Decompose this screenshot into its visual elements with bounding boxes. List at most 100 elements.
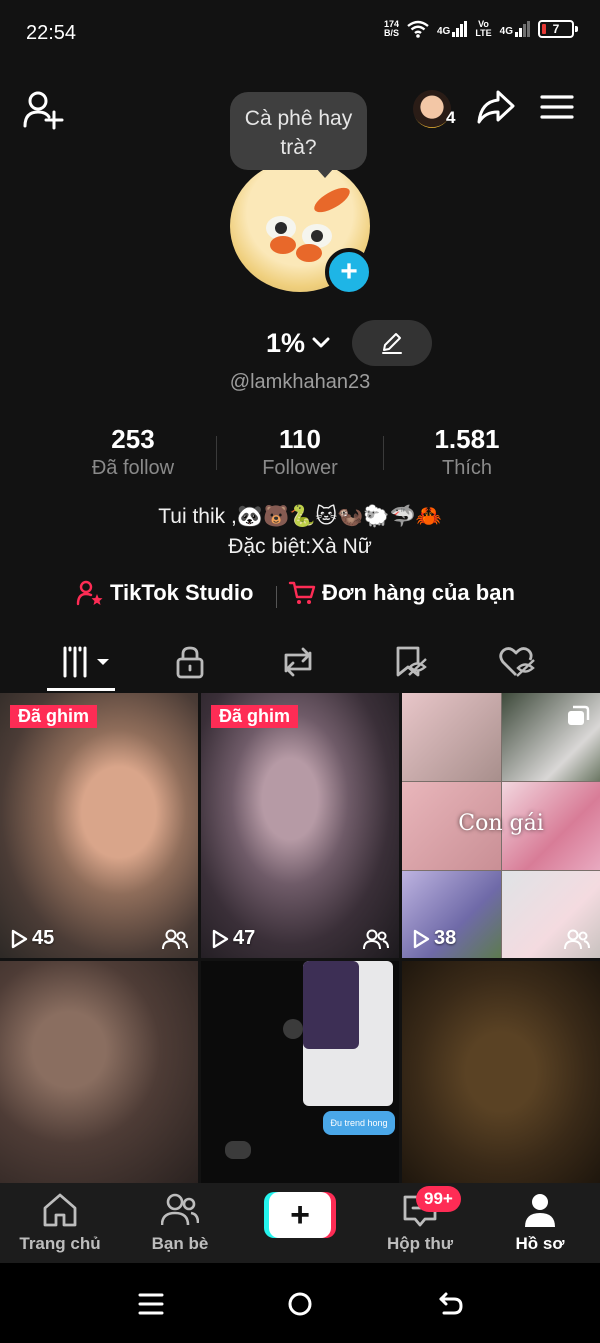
video-thumbnail[interactable]: Đã ghim 45 <box>0 693 198 958</box>
video-thumbnail[interactable]: Đu trend hong <box>201 961 399 1183</box>
profile-stats: 253 Đã follow 110 Follower 1.581 Thích <box>0 424 600 484</box>
clock: 22:54 <box>26 22 77 44</box>
content-tabs <box>0 630 600 692</box>
video-grid: Đã ghim 45 Đã ghim 47 Con gái 38 Đu tren… <box>0 693 600 1183</box>
video-thumbnail[interactable]: Đã ghim 47 <box>201 693 399 958</box>
battery-icon: 7 <box>538 20 578 38</box>
chevron-down-icon[interactable] <box>312 335 330 351</box>
profile-links: TikTok Studio Đơn hàng của bạn <box>0 580 600 612</box>
display-name[interactable]: 1% <box>266 328 305 359</box>
volte-bottom: LTE <box>475 28 492 38</box>
stat-value: 1.581 <box>434 424 500 454</box>
create-button[interactable]: + <box>264 1192 336 1238</box>
add-user-icon[interactable] <box>22 90 66 130</box>
nav-home-label: Trang chủ <box>19 1234 101 1253</box>
repost-icon <box>284 647 312 677</box>
profile-icon <box>525 1194 555 1227</box>
videos-grid-icon <box>63 646 109 678</box>
creator-star-icon <box>76 580 103 606</box>
add-story-button[interactable]: + <box>325 248 373 296</box>
friends-only-icon <box>564 929 590 950</box>
tiktok-studio-link[interactable]: TikTok Studio <box>76 580 253 606</box>
volte-indicator: Vo LTE <box>475 20 491 38</box>
lock-icon <box>176 646 204 679</box>
nav-profile-label: Hồ sơ <box>515 1234 565 1253</box>
video-thumbnail[interactable] <box>402 961 600 1183</box>
bio-line: Đặc biệt:Xà Nữ <box>228 535 372 558</box>
video-thumbnail[interactable] <box>0 961 198 1183</box>
stat-label: Thích <box>441 457 493 479</box>
stat-likes[interactable]: 1.581 Thích <box>382 424 552 480</box>
message-bubble: Đu trend hong <box>323 1111 395 1135</box>
avatar-cheek <box>270 236 296 254</box>
nav-profile[interactable]: Hồ sơ <box>480 1183 600 1263</box>
back-icon[interactable] <box>436 1289 466 1319</box>
edit-profile-button[interactable] <box>352 320 432 366</box>
friends-only-icon <box>363 929 389 950</box>
photo-carousel-icon <box>568 705 590 725</box>
stat-label: Follower <box>262 457 338 479</box>
play-icon <box>11 929 28 948</box>
friends-count[interactable]: 4 <box>446 108 455 128</box>
view-count-value: 47 <box>233 927 256 949</box>
status-icons: 174 B/S 4G Vo LTE 4G 7 <box>384 20 578 38</box>
cart-icon <box>288 581 316 604</box>
view-count: 38 <box>412 927 456 950</box>
sim2-label: 4G <box>499 26 513 37</box>
sim1-signal: 4G <box>437 21 468 37</box>
nav-friends[interactable]: Bạn bè <box>120 1183 240 1263</box>
liked-hidden-icon <box>499 647 535 677</box>
stat-following[interactable]: 253 Đã follow <box>48 424 218 480</box>
menu-icon[interactable] <box>540 94 574 120</box>
note-bubble[interactable]: Cà phê hay trà? <box>230 92 367 178</box>
stat-followers[interactable]: 110 Follower <box>215 424 385 480</box>
avatar-beak <box>310 183 354 217</box>
bottom-nav: Trang chủ Bạn bè + Hộp thư Hồ sơ <box>0 1183 600 1263</box>
tab-favorites[interactable] <box>380 642 440 682</box>
nav-home[interactable]: Trang chủ <box>0 1183 120 1263</box>
orders-link[interactable]: Đơn hàng của bạn <box>288 580 515 606</box>
recents-icon[interactable] <box>136 1289 166 1319</box>
tab-videos[interactable] <box>56 642 116 682</box>
nav-friends-label: Bạn bè <box>151 1234 209 1253</box>
video-thumbnail[interactable]: Con gái 38 <box>402 693 600 958</box>
signal-bars-icon <box>515 21 530 37</box>
sim2-signal: 4G <box>500 21 530 37</box>
friends-icon <box>161 1193 199 1226</box>
tab-reposts[interactable] <box>268 642 328 682</box>
note-text: Cà phê hay trà? <box>244 107 353 159</box>
pinned-badge: Đã ghim <box>211 705 299 728</box>
avatar-cheek <box>296 244 322 262</box>
bio-line: Tui thik ,🐼🐻🐍🐱🦦🐑🦈🦀 <box>158 505 442 528</box>
network-speed-unit: B/S <box>383 28 399 38</box>
view-count: 45 <box>10 927 54 950</box>
pinned-badge: Đã ghim <box>10 705 98 728</box>
tiktok-studio-label: TikTok Studio <box>110 580 254 605</box>
active-tab-indicator <box>47 688 115 691</box>
tab-private[interactable] <box>160 642 220 682</box>
bio: Tui thik ,🐼🐻🐍🐱🦦🐑🦈🦀 Đặc biệt:Xà Nữ <box>0 502 600 562</box>
status-bar: 22:54 174 B/S 4G Vo LTE 4G 7 <box>0 0 600 64</box>
username: @lamkhahan23 <box>229 371 371 393</box>
divider <box>276 586 277 608</box>
view-count-value: 38 <box>434 927 457 949</box>
system-nav-bar <box>0 1263 600 1343</box>
plus-icon: + <box>269 1192 331 1238</box>
bubble-tail <box>316 168 334 178</box>
pencil-icon <box>382 333 402 354</box>
tab-liked[interactable] <box>488 642 548 682</box>
stat-value: 253 <box>111 424 155 454</box>
friends-only-icon <box>162 929 188 950</box>
home-icon <box>43 1193 77 1227</box>
play-icon <box>212 929 229 948</box>
wifi-icon <box>407 20 429 38</box>
home-circle-icon[interactable] <box>285 1289 315 1319</box>
share-icon[interactable] <box>476 88 516 126</box>
video-caption: Con gái <box>458 811 544 836</box>
orders-label: Đơn hàng của bạn <box>322 580 515 605</box>
network-speed: 174 B/S <box>384 20 399 38</box>
play-icon <box>413 929 430 948</box>
name-row: 1% <box>0 320 600 368</box>
favorites-hidden-icon <box>396 646 427 677</box>
stat-label: Đã follow <box>91 457 175 479</box>
